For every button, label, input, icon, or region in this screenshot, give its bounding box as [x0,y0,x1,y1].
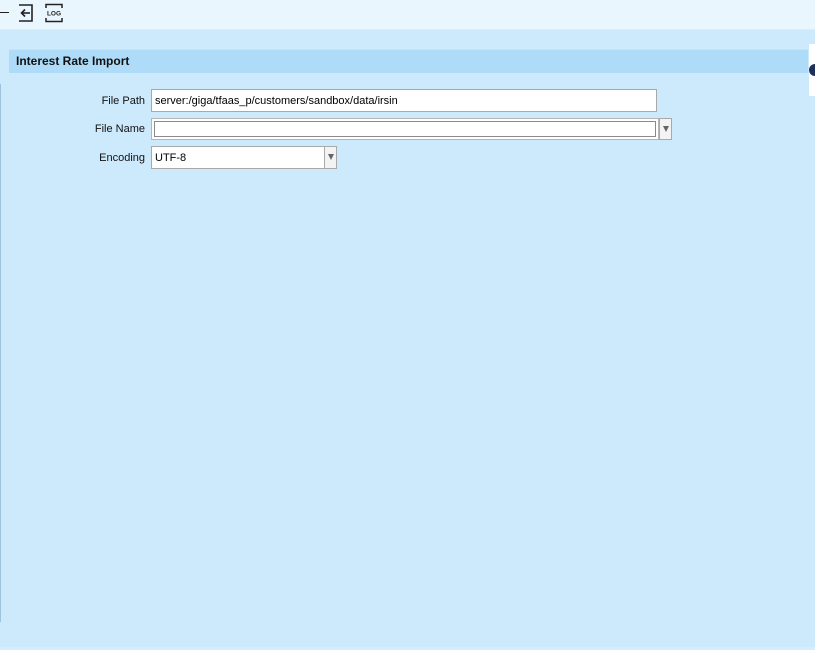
panel-title: Interest Rate Import [16,54,130,68]
encoding-value: UTF-8 [155,152,187,164]
chevron-down-icon [328,154,334,160]
encoding-label: Encoding [99,152,145,164]
encoding-select[interactable]: UTF-8 [151,146,325,169]
side-handle[interactable] [809,64,815,76]
left-divider [0,84,1,622]
toolbar-separator [0,12,9,13]
file-name-combo[interactable] [151,118,659,140]
file-name-input[interactable] [154,121,656,137]
log-icon-label: LOG [47,11,61,18]
file-name-dropdown-button[interactable] [659,118,672,140]
file-path-value: server:/giga/tfaas_p/customers/sandbox/d… [155,95,398,107]
encoding-dropdown-button[interactable] [324,146,337,169]
exit-icon[interactable] [17,3,35,23]
chevron-down-icon [663,126,669,132]
file-path-label: File Path [101,95,145,107]
toolbar: LOG [0,0,815,30]
panel-header: Interest Rate Import [9,49,808,73]
log-icon[interactable]: LOG [45,3,63,23]
file-name-label: File Name [94,123,145,135]
file-path-field[interactable]: server:/giga/tfaas_p/customers/sandbox/d… [151,89,657,112]
